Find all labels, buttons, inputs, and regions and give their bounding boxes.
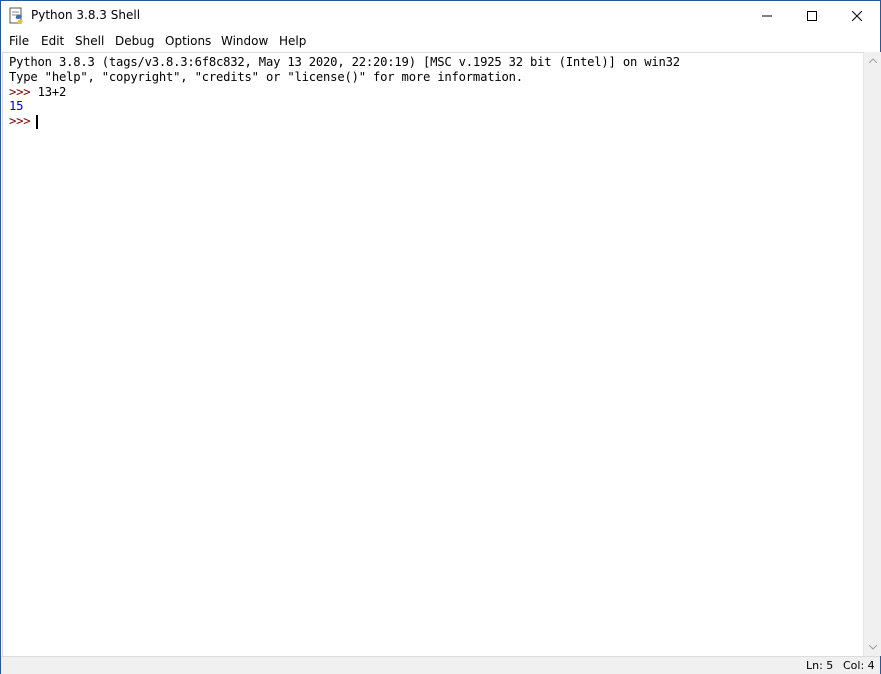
- status-bar: Ln: 5 Col: 4: [1, 656, 880, 674]
- scroll-down-button[interactable]: [864, 639, 881, 656]
- idle-shell-window: Python 3.8.3 Shell File Edit Shell Debug…: [0, 0, 881, 674]
- chevron-down-icon: [868, 645, 877, 650]
- maximize-button[interactable]: [789, 1, 835, 31]
- menu-edit[interactable]: Edit: [41, 34, 64, 48]
- shell-prompt: >>>: [9, 85, 38, 99]
- title-bar[interactable]: Python 3.8.3 Shell: [1, 1, 880, 31]
- shell-output: 15: [9, 99, 24, 113]
- shell-input: 13+2: [37, 85, 67, 99]
- shell-text-area[interactable]: Python 3.8.3 (tags/v3.8.3:6f8c832, May 1…: [2, 52, 864, 656]
- window-title: Python 3.8.3 Shell: [31, 8, 141, 22]
- maximize-icon: [807, 11, 817, 21]
- menu-help[interactable]: Help: [279, 34, 306, 48]
- close-icon: [852, 11, 862, 21]
- input-line-1: >>> 13+2: [9, 85, 66, 99]
- banner-version-line: Python 3.8.3 (tags/v3.8.3:6f8c832, May 1…: [9, 55, 680, 69]
- shell-prompt-current: >>>: [9, 114, 38, 128]
- status-line-number: Ln: 5: [806, 659, 834, 672]
- menu-debug[interactable]: Debug: [115, 34, 154, 48]
- input-line-2: >>>: [9, 114, 38, 128]
- menu-options[interactable]: Options: [165, 34, 211, 48]
- status-column-number: Col: 4: [843, 659, 875, 672]
- chevron-up-icon: [868, 58, 877, 63]
- python-idle-icon: [9, 7, 25, 25]
- minimize-icon: [762, 15, 772, 17]
- scroll-up-button[interactable]: [864, 52, 881, 69]
- minimize-button[interactable]: [744, 1, 790, 31]
- menu-window[interactable]: Window: [221, 34, 268, 48]
- menu-shell[interactable]: Shell: [75, 34, 104, 48]
- close-button[interactable]: [834, 1, 880, 31]
- menu-bar: File Edit Shell Debug Options Window Hel…: [1, 31, 880, 51]
- menu-file[interactable]: File: [9, 34, 29, 48]
- banner-help-line: Type "help", "copyright", "credits" or "…: [9, 70, 523, 84]
- vertical-scrollbar[interactable]: [863, 52, 881, 656]
- text-cursor: [36, 115, 38, 129]
